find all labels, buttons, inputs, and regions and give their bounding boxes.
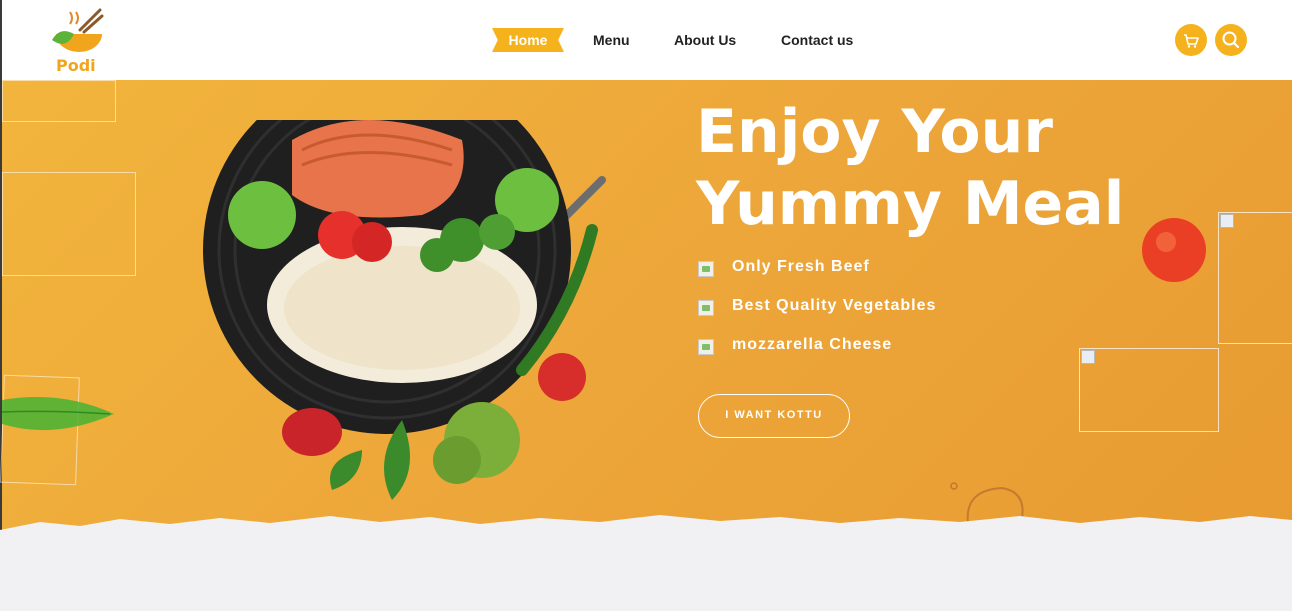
feature-check-icon	[698, 261, 714, 277]
cta-button[interactable]: I WANT KOTTU	[698, 394, 850, 438]
feature-item: Best Quality Vegetables	[698, 295, 998, 321]
broken-image	[1079, 348, 1219, 432]
nav-item-home[interactable]: Home	[492, 28, 564, 52]
decorative-frame	[2, 80, 116, 122]
search-icon	[1222, 31, 1240, 49]
brand-name: Podi	[56, 56, 96, 75]
feature-check-icon	[698, 339, 714, 355]
nav-item-menu[interactable]: Menu	[593, 28, 630, 52]
food-plate-image	[203, 120, 606, 500]
cart-icon	[1184, 34, 1199, 48]
brand-logo[interactable]: Podi	[48, 6, 108, 76]
feature-label: Best Quality Vegetables	[732, 297, 937, 314]
nav-item-contact-us[interactable]: Contact us	[781, 28, 853, 52]
cart-button[interactable]	[1175, 24, 1207, 56]
feature-item: Only Fresh Beef	[698, 256, 998, 282]
feature-label: Only Fresh Beef	[732, 258, 870, 275]
torn-paper-divider	[0, 515, 1292, 611]
leaf-image	[2, 397, 114, 431]
bowl-chopsticks-logo	[52, 8, 104, 52]
nav-item-about-us[interactable]: About Us	[674, 28, 736, 52]
feature-item: mozzarella Cheese	[698, 334, 998, 360]
hero-title: Enjoy Your Yummy Meal	[696, 97, 1125, 239]
search-button[interactable]	[1215, 24, 1247, 56]
feature-check-icon	[698, 300, 714, 316]
broken-image	[1218, 212, 1292, 344]
decorative-frame	[2, 172, 136, 276]
site-header: Podi Home Menu About Us Contact us	[0, 0, 1292, 80]
feature-label: mozzarella Cheese	[732, 336, 893, 353]
